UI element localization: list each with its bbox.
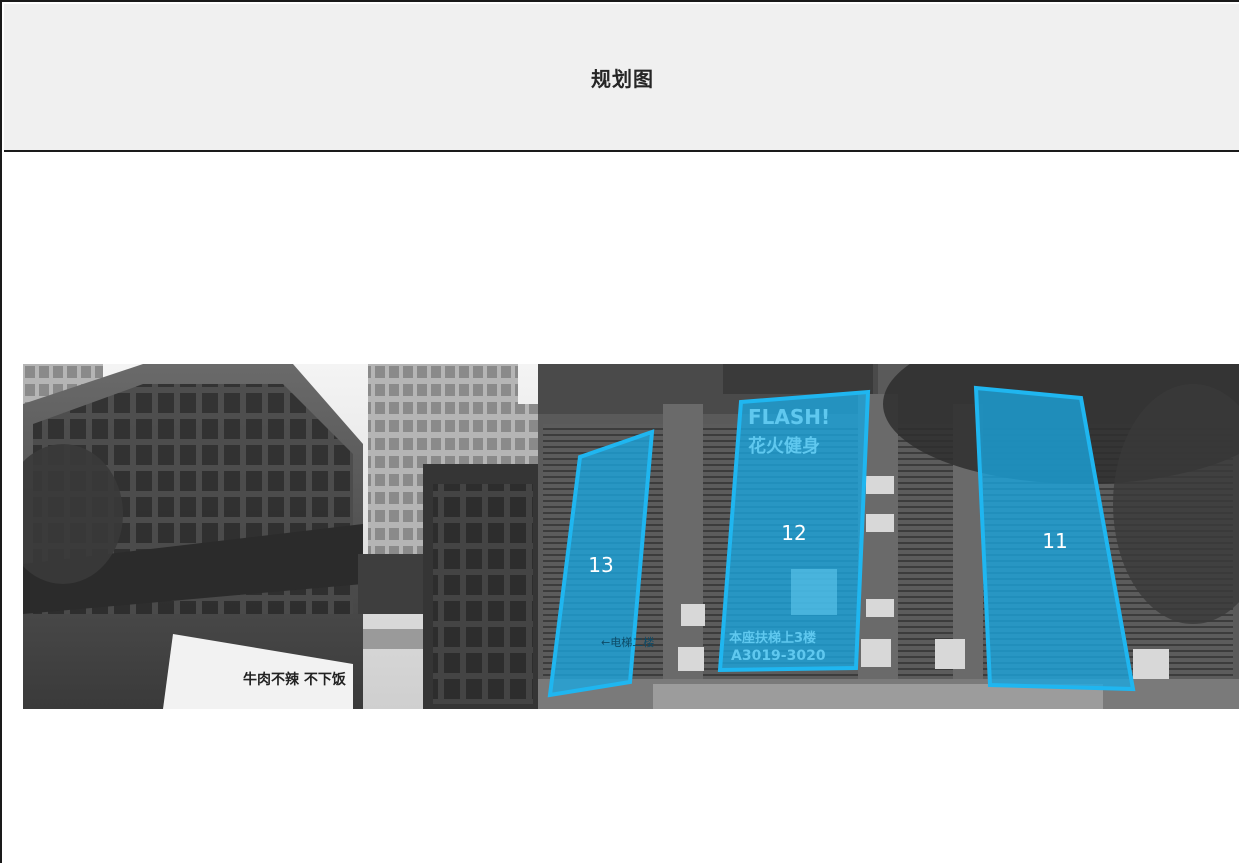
- ac-unit: [1133, 649, 1169, 679]
- ac-unit: [681, 604, 705, 626]
- zone-12-name: 花火健身: [748, 435, 820, 457]
- page-frame: 规划图 牛肉不辣 不下饭 ←电梯二楼 13 FLASH! 花火健身 本座扶梯上3…: [0, 0, 1239, 863]
- ac-unit: [861, 639, 891, 667]
- ac-unit: [866, 599, 894, 617]
- header-bar: 规划图: [4, 4, 1239, 152]
- zone-12-room: A3019-3020: [731, 648, 826, 664]
- sky-bridge-sign: [363, 629, 423, 649]
- zone-12-qr-code: [791, 569, 837, 615]
- main-building-cornice: [723, 364, 873, 394]
- zone-12-brand: FLASH!: [748, 405, 830, 429]
- page-title: 规划图: [591, 66, 654, 91]
- facade-photo: 牛肉不辣 不下饭 ←电梯二楼 13 FLASH! 花火健身 本座扶梯上3楼 A3…: [23, 364, 1239, 709]
- ac-unit: [866, 476, 894, 494]
- zone-13-label: 13: [588, 553, 613, 577]
- zone-13-direction: ←电梯二楼: [601, 635, 654, 649]
- left-billboard-text: 牛肉不辣 不下饭: [243, 671, 347, 688]
- facade-photo-svg: 牛肉不辣 不下饭 ←电梯二楼 13 FLASH! 花火健身 本座扶梯上3楼 A3…: [23, 364, 1239, 709]
- sky-bridge: [358, 554, 428, 614]
- zone-12-label: 12: [781, 521, 806, 545]
- middle-building-windows: [433, 484, 533, 704]
- zone-11-label: 11: [1042, 529, 1067, 553]
- ac-unit: [678, 647, 704, 671]
- ac-unit: [866, 514, 894, 532]
- ac-unit: [935, 639, 965, 669]
- zone-12-address: 本座扶梯上3楼: [729, 630, 816, 646]
